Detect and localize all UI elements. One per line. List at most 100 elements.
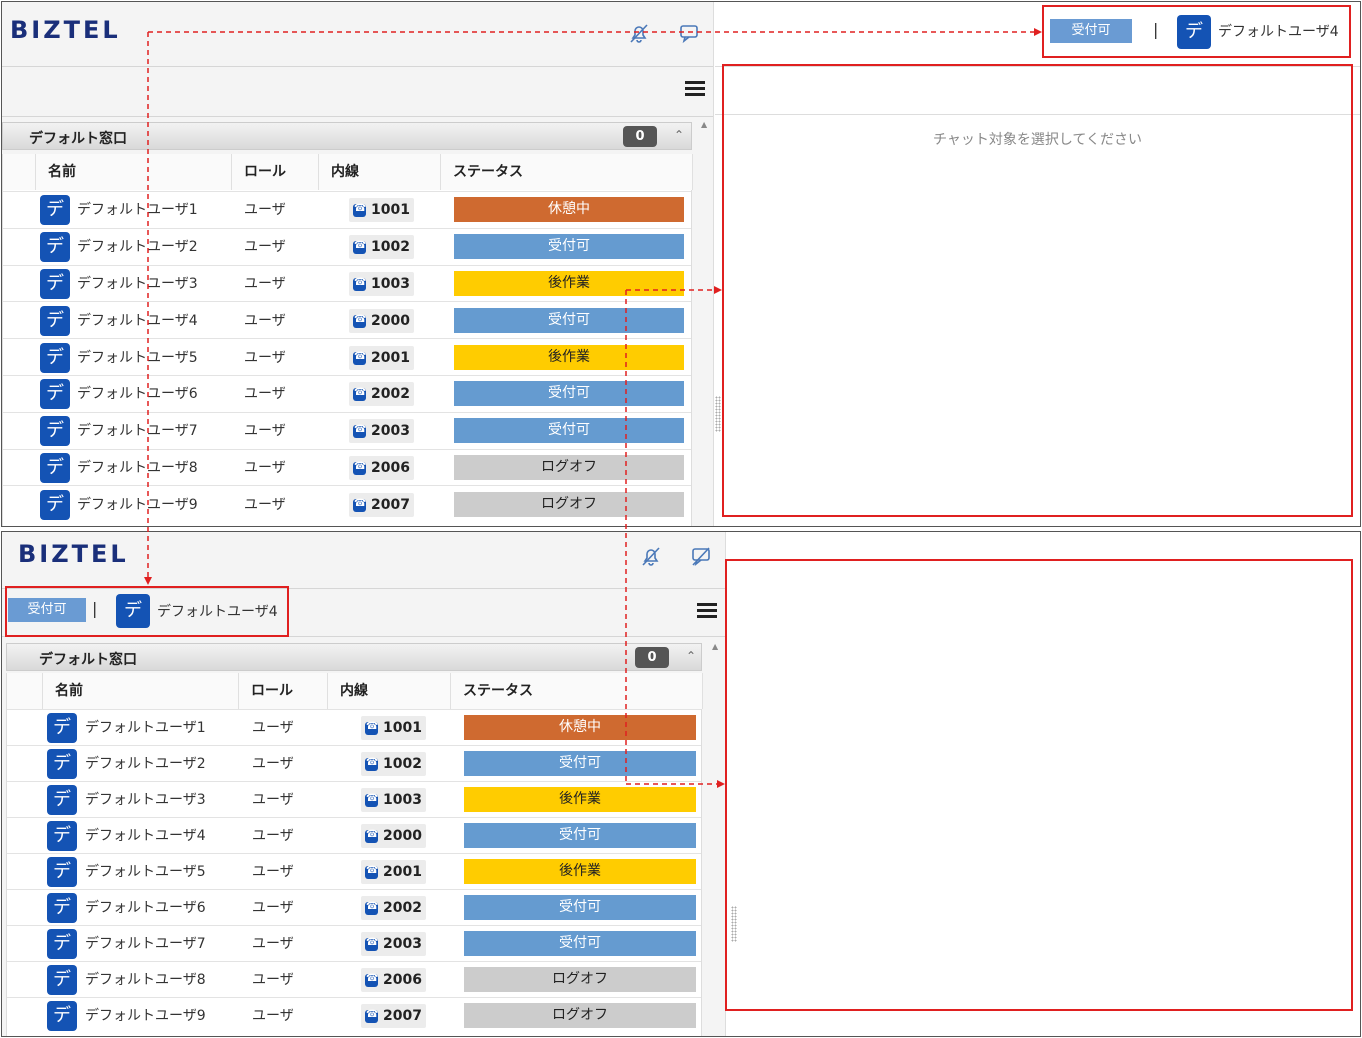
status-badge: 受付可 xyxy=(454,381,684,407)
user-name: デフォルトユーザ9 xyxy=(77,496,198,513)
table-row[interactable]: デデフォルトユーザ5 ユーザ 2001 後作業 xyxy=(7,853,701,889)
status-badge: 後作業 xyxy=(454,344,684,370)
user-role: ユーザ xyxy=(252,756,294,772)
user-avatar[interactable]: デ xyxy=(47,785,77,815)
extension-number[interactable]: 2007 xyxy=(349,492,414,517)
user-avatar[interactable]: デ xyxy=(47,713,77,743)
double-chevron-up-icon[interactable]: ⌃ xyxy=(674,128,684,142)
table-row[interactable]: デデフォルトユーザ9 ユーザ 2007 ログオフ xyxy=(7,997,701,1033)
user-name: デフォルトユーザ5 xyxy=(85,864,206,880)
table-row[interactable]: デデフォルトユーザ5 ユーザ 2001 後作業 xyxy=(3,338,691,375)
user-name: デフォルトユーザ7 xyxy=(85,936,206,952)
user-avatar[interactable]: デ xyxy=(47,749,77,779)
user-role: ユーザ xyxy=(244,275,286,292)
extension-number[interactable]: 1001 xyxy=(349,198,414,223)
hamburger-menu-icon[interactable] xyxy=(685,81,705,97)
table-row[interactable]: デデフォルトユーザ3 ユーザ 1003 後作業 xyxy=(7,781,701,817)
user-avatar[interactable]: デ xyxy=(47,857,77,887)
user-avatar[interactable]: デ xyxy=(40,195,70,226)
user-avatar[interactable]: デ xyxy=(40,232,70,263)
user-avatar[interactable]: デ xyxy=(47,965,77,995)
agent-table: 名前 ロール 内線 ステータス デデフォルトユーザ1ユーザ1001休憩中デデフォ… xyxy=(2,154,693,526)
resize-handle[interactable] xyxy=(715,396,721,432)
table-row[interactable]: デデフォルトユーザ2 ユーザ 1002 受付可 xyxy=(7,745,701,781)
bell-off-icon[interactable] xyxy=(640,545,662,567)
header-divider xyxy=(2,66,713,67)
scroll-up-arrow[interactable]: ▲ xyxy=(712,642,718,651)
user-avatar[interactable]: デ xyxy=(40,379,70,410)
user-role: ユーザ xyxy=(244,349,286,366)
user-avatar[interactable]: デ xyxy=(40,268,70,299)
extension-number[interactable]: 1002 xyxy=(361,752,426,776)
table-row[interactable]: デデフォルトユーザ4 ユーザ 2000 受付可 xyxy=(3,301,691,338)
biztel-logo: BIZTEL xyxy=(10,16,121,44)
table-row[interactable]: デデフォルトユーザ2 ユーザ 1002 受付可 xyxy=(3,227,691,265)
user-name: デフォルトユーザ4 xyxy=(85,828,206,844)
extension-number[interactable]: 2003 xyxy=(349,419,414,444)
table-row[interactable]: デデフォルトユーザ7 ユーザ 2003 受付可 xyxy=(3,411,691,449)
status-badge: ログオフ xyxy=(454,491,684,517)
chat-off-icon[interactable] xyxy=(690,545,712,567)
group-header[interactable]: デフォルト窓口 0 ⌃ xyxy=(2,122,692,150)
col-status[interactable]: ステータス xyxy=(441,154,693,190)
extension-number[interactable]: 2001 xyxy=(361,860,426,884)
agent-list-pane: BIZTEL デフォルト窓口 0 ⌃ ▲ 名前 ロール 内線 ステータス デデフ… xyxy=(2,2,714,526)
table-row[interactable]: デデフォルトユーザ1 ユーザ 1001 休憩中 xyxy=(3,191,691,228)
extension-number[interactable]: 1002 xyxy=(349,235,414,260)
extension-number[interactable]: 2007 xyxy=(361,1004,426,1028)
extension-number[interactable]: 2000 xyxy=(361,824,426,848)
chat-off-icon[interactable] xyxy=(678,22,700,44)
table-row[interactable]: デデフォルトユーザ6 ユーザ 2002 受付可 xyxy=(7,889,701,925)
user-role: ユーザ xyxy=(252,972,294,988)
status-badge: 休憩中 xyxy=(464,715,696,740)
user-avatar[interactable]: デ xyxy=(47,821,77,851)
extension-number[interactable]: 1003 xyxy=(361,788,426,812)
user-avatar[interactable]: デ xyxy=(40,305,70,336)
user-avatar[interactable]: デ xyxy=(47,1001,77,1031)
group-header[interactable]: デフォルト窓口 0 ⌃ xyxy=(6,643,702,671)
hamburger-menu-icon[interactable] xyxy=(697,603,717,619)
user-avatar[interactable]: デ xyxy=(47,929,77,959)
col-name[interactable]: 名前 xyxy=(43,673,239,709)
col-extension[interactable]: 内線 xyxy=(319,154,441,190)
extension-number[interactable]: 2002 xyxy=(361,896,426,920)
user-avatar[interactable]: デ xyxy=(40,342,70,373)
table-row[interactable]: デデフォルトユーザ3 ユーザ 1003 後作業 xyxy=(3,264,691,302)
table-row[interactable]: デデフォルトユーザ9 ユーザ 2007 ログオフ xyxy=(3,485,691,522)
user-role: ユーザ xyxy=(244,312,286,329)
user-name: デフォルトユーザ7 xyxy=(77,423,198,440)
col-name[interactable]: 名前 xyxy=(36,154,232,190)
extension-number[interactable]: 1001 xyxy=(361,716,426,740)
user-name: デフォルトユーザ6 xyxy=(85,900,206,916)
user-avatar[interactable]: デ xyxy=(47,893,77,923)
table-row[interactable]: デデフォルトユーザ1 ユーザ 1001 休憩中 xyxy=(7,709,701,745)
user-role: ユーザ xyxy=(244,202,286,219)
extension-number[interactable]: 2000 xyxy=(349,308,414,333)
extension-number[interactable]: 2001 xyxy=(349,345,414,370)
table-row[interactable]: デデフォルトユーザ7 ユーザ 2003 受付可 xyxy=(7,925,701,961)
col-status[interactable]: ステータス xyxy=(451,673,703,709)
scroll-up-arrow[interactable]: ▲ xyxy=(701,120,707,129)
table-row[interactable]: デデフォルトユーザ6 ユーザ 2002 受付可 xyxy=(3,375,691,412)
double-chevron-up-icon[interactable]: ⌃ xyxy=(686,649,696,663)
user-name: デフォルトユーザ1 xyxy=(85,720,206,736)
extension-number[interactable]: 1003 xyxy=(349,271,414,296)
extension-number[interactable]: 2002 xyxy=(349,382,414,407)
col-extension[interactable]: 内線 xyxy=(328,673,451,709)
highlight-chat-area-bottom xyxy=(725,559,1353,1011)
user-avatar[interactable]: デ xyxy=(40,452,70,483)
col-role[interactable]: ロール xyxy=(232,154,319,190)
user-name: デフォルトユーザ4 xyxy=(77,312,198,329)
user-avatar[interactable]: デ xyxy=(40,416,70,447)
extension-number[interactable]: 2006 xyxy=(349,455,414,480)
table-row[interactable]: デデフォルトユーザ4 ユーザ 2000 受付可 xyxy=(7,817,701,853)
extension-number[interactable]: 2003 xyxy=(361,932,426,956)
user-role: ユーザ xyxy=(244,386,286,403)
table-row[interactable]: デデフォルトユーザ8 ユーザ 2006 ログオフ xyxy=(7,961,701,997)
user-role: ユーザ xyxy=(244,239,286,256)
bell-off-icon[interactable] xyxy=(628,22,650,44)
user-avatar[interactable]: デ xyxy=(40,489,70,520)
table-row[interactable]: デデフォルトユーザ8 ユーザ 2006 ログオフ xyxy=(3,448,691,486)
col-role[interactable]: ロール xyxy=(239,673,328,709)
extension-number[interactable]: 2006 xyxy=(361,968,426,992)
